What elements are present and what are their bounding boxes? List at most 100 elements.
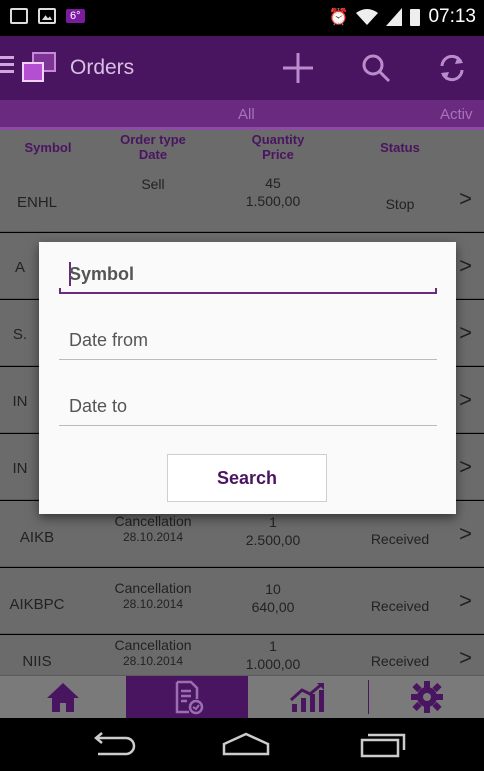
- row-order-type: Sell: [141, 176, 165, 192]
- drawer-menu-icon[interactable]: [0, 56, 14, 77]
- row-price: 1.000,00: [245, 656, 301, 672]
- row-price: 2.500,00: [245, 532, 301, 548]
- chevron-right-icon: >: [459, 253, 472, 278]
- home-system-button[interactable]: [220, 732, 272, 763]
- search-submit-button[interactable]: Search: [167, 454, 327, 502]
- row-type: Cancellation: [114, 637, 192, 653]
- table-header: Symbol Order type Date Quantity Price St…: [0, 130, 484, 166]
- row-status: Stop: [385, 196, 415, 212]
- header-order-type: Order type Date: [98, 132, 208, 162]
- row-quantity-price: 1 1.000,00: [218, 637, 328, 673]
- recents-button[interactable]: [358, 732, 408, 763]
- row-date: 28.10.2014: [122, 654, 184, 668]
- wifi-icon: [356, 9, 379, 25]
- chevron-right-icon: >: [459, 521, 472, 546]
- row-quantity-price: 1 2.500,00: [218, 513, 328, 549]
- home-icon: [47, 683, 79, 712]
- refresh-button[interactable]: [430, 48, 474, 88]
- bottom-navigation: [0, 676, 484, 718]
- nav-chart[interactable]: [248, 676, 368, 718]
- search-dialog: Symbol Date from Date to Search: [39, 242, 456, 514]
- row-quantity: 10: [265, 581, 281, 597]
- row-quantity: 1: [269, 514, 277, 530]
- row-type: Cancellation: [114, 580, 192, 596]
- tab-all[interactable]: All: [238, 106, 255, 123]
- alarm-icon: ⏰: [328, 9, 349, 26]
- home-outline-icon: [222, 732, 270, 756]
- symbol-placeholder: Symbol: [69, 264, 135, 284]
- app-bar: Orders: [0, 36, 484, 100]
- row-quantity-price: 45 1.500,00: [218, 174, 328, 210]
- row-quantity: 45: [265, 175, 281, 191]
- row-type: Cancellation: [114, 513, 192, 529]
- header-order-type-label: Order type: [120, 132, 186, 147]
- field-underline: [59, 288, 437, 294]
- chevron-right-icon: >: [459, 320, 472, 345]
- row-symbol: A: [14, 259, 25, 276]
- header-price-label: Price: [262, 147, 294, 162]
- refresh-icon: [440, 54, 464, 82]
- nav-orders[interactable]: [126, 676, 248, 718]
- row-price: 640,00: [251, 599, 295, 615]
- row-quantity: 1: [269, 638, 277, 654]
- header-date-label: Date: [138, 147, 168, 162]
- row-quantity-price: 10 640,00: [218, 580, 328, 616]
- filter-tabs: All Activ: [0, 100, 484, 130]
- date-to-field[interactable]: Date to: [59, 390, 437, 426]
- status-bar: 6° ⏰ 07:13: [0, 0, 484, 36]
- table-row[interactable]: ENHL Sell 45 1.500,00 Stop >: [0, 166, 484, 232]
- row-symbol: IN: [12, 393, 28, 410]
- chevron-right-icon: >: [459, 387, 472, 412]
- row-order-type: Cancellation 28.10.2014: [88, 513, 218, 545]
- chart-icon: [289, 682, 324, 712]
- row-order-type: Cancellation 28.10.2014: [88, 580, 218, 612]
- table-row[interactable]: NIIS Cancellation 28.10.2014 1 1.000,00 …: [0, 635, 484, 676]
- chevron-right-icon: >: [459, 588, 472, 613]
- row-symbol: NIIS: [22, 653, 52, 670]
- tab-active[interactable]: Activ: [440, 106, 473, 123]
- app-logo-icon[interactable]: [22, 52, 58, 84]
- row-date: 28.10.2014: [122, 530, 184, 544]
- field-underline: [59, 425, 437, 426]
- row-symbol: IN: [12, 460, 28, 477]
- add-order-button[interactable]: [276, 48, 320, 88]
- system-icons: ⏰ 07:13: [329, 6, 476, 28]
- clock: 07:13: [428, 6, 476, 27]
- header-quantity-label: Quantity: [251, 132, 305, 147]
- chevron-right-icon: >: [459, 645, 472, 670]
- recents-icon: [360, 733, 406, 758]
- header-quantity: Quantity Price: [228, 132, 328, 162]
- page-title: Orders: [70, 56, 135, 79]
- header-symbol: Symbol: [24, 140, 72, 155]
- system-navigation-bar: [0, 718, 484, 771]
- image-notification-icon: [38, 8, 56, 24]
- symbol-field[interactable]: Symbol: [59, 258, 437, 294]
- row-symbol: AIKBPC: [9, 596, 65, 613]
- orders-document-icon: [175, 680, 204, 715]
- row-status: Received: [370, 598, 430, 614]
- battery-icon: [410, 8, 421, 26]
- nav-home[interactable]: [0, 676, 126, 718]
- header-status: Status: [380, 140, 420, 155]
- row-status: Received: [370, 653, 430, 669]
- table-row[interactable]: AIKBPC Cancellation 28.10.2014 10 640,00…: [0, 568, 484, 634]
- notification-icons: 6°: [10, 8, 85, 24]
- date-to-placeholder: Date to: [69, 396, 128, 416]
- row-symbol: S.: [12, 326, 28, 343]
- field-underline: [59, 359, 437, 360]
- row-price: 1.500,00: [245, 193, 301, 209]
- back-button[interactable]: [88, 732, 140, 763]
- gear-icon: [410, 681, 443, 713]
- row-symbol: ENHL: [16, 194, 57, 211]
- date-from-field[interactable]: Date from: [59, 324, 437, 360]
- row-status: Received: [370, 531, 430, 547]
- row-date: 28.10.2014: [122, 597, 184, 611]
- search-icon: [362, 54, 391, 83]
- chevron-right-icon: >: [459, 186, 472, 211]
- date-from-placeholder: Date from: [69, 330, 149, 350]
- back-arrow-icon: [94, 732, 136, 756]
- nav-settings[interactable]: [369, 676, 484, 718]
- row-symbol: AIKB: [19, 529, 55, 546]
- temperature-badge: 6°: [66, 9, 85, 23]
- search-button[interactable]: [354, 48, 398, 88]
